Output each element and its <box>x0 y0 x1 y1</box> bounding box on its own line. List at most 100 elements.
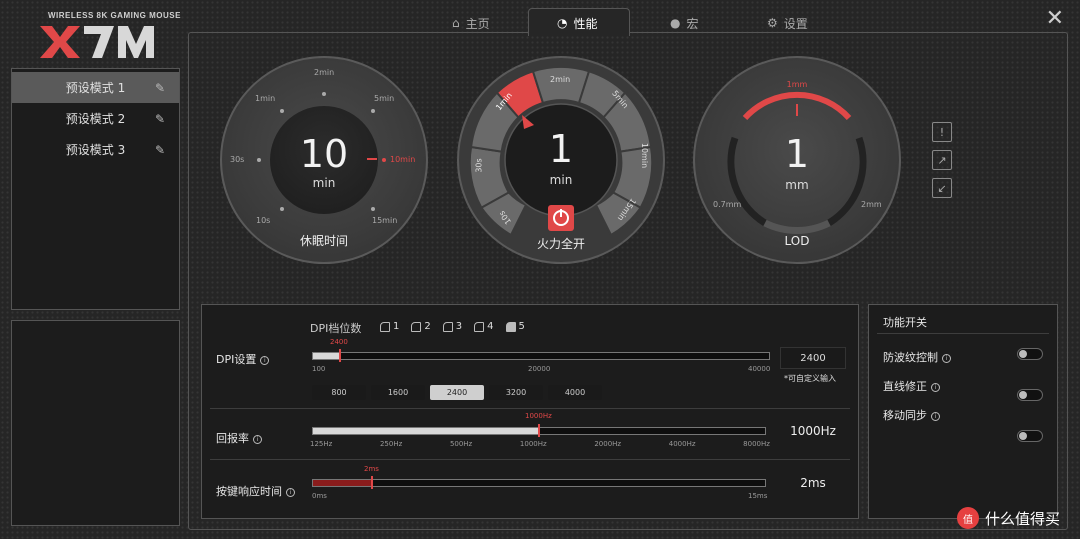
response-min: 0ms <box>312 492 327 500</box>
dpi-level-800[interactable]: 800 <box>312 385 366 400</box>
tab-settings-label: 设置 <box>783 16 808 31</box>
level-label: 4000 <box>564 388 586 397</box>
lod-dial[interactable]: 1mm 1 mm 0.7mm 2mm LOD <box>693 56 901 264</box>
dpi-level-3200[interactable]: 3200 <box>489 385 543 400</box>
dpi-input[interactable]: 2400 <box>780 347 846 369</box>
feature-row-1: 防波纹控制 i <box>883 349 951 365</box>
fire-mode-dial[interactable]: 1min 2min 5min 10min 15min 10s 30s 1 min… <box>456 55 666 265</box>
dpi-count-label: DPI档位数 <box>310 322 362 335</box>
slot-icon <box>474 321 485 332</box>
tick-dot <box>280 109 284 113</box>
tick-label: 500Hz <box>449 440 473 448</box>
polling-ticks: 125Hz 250Hz 500Hz 1000Hz 2000Hz 4000Hz 8… <box>310 440 770 448</box>
dpi-count-2[interactable]: 2 <box>411 321 431 332</box>
tab-home[interactable]: ⌂ 主页 <box>452 12 490 34</box>
info-icon[interactable]: i <box>942 353 951 363</box>
dpi-setting-text: DPI设置 <box>216 353 257 366</box>
response-label: 按键响应时间 i <box>216 483 295 499</box>
bulb-icon: ● <box>670 16 681 30</box>
dpi-max: 40000 <box>748 365 771 373</box>
info-icon[interactable]: i <box>931 382 940 392</box>
feature-panel: 功能开关 防波纹控制 i 直线修正 i 移动同步 i <box>868 304 1058 519</box>
level-label: 3200 <box>505 388 527 397</box>
info-icon[interactable]: i <box>931 411 940 421</box>
response-slider[interactable] <box>312 476 766 489</box>
edit-icon[interactable]: ✎ <box>155 81 165 95</box>
slider-handle[interactable] <box>370 476 373 489</box>
dpi-level-1600[interactable]: 1600 <box>371 385 425 400</box>
watermark-text: 什么值得买 <box>984 509 1060 528</box>
tick-label-selected: 10min <box>390 155 416 164</box>
slot-icon <box>505 321 516 332</box>
toggle-knob <box>1019 432 1027 440</box>
slider-handle[interactable] <box>538 424 540 437</box>
tab-settings[interactable]: ⚙ 设置 <box>767 12 808 34</box>
slot-icon <box>442 321 453 332</box>
edit-icon[interactable]: ✎ <box>155 143 165 157</box>
level-label: 800 <box>331 388 347 397</box>
logo-subtitle: WIRELESS 8K GAMING MOUSE <box>48 11 181 20</box>
watermark-badge: 值 <box>956 507 979 529</box>
home-icon: ⌂ <box>452 16 460 30</box>
info-icon[interactable]: ! <box>932 122 952 142</box>
preset-item-3[interactable]: 预设模式 3 ✎ <box>12 134 179 165</box>
toggle-knob <box>1019 391 1027 399</box>
info-icon[interactable]: i <box>260 355 270 365</box>
info-icon[interactable]: i <box>253 434 262 444</box>
dpi-level-2400[interactable]: 2400 <box>430 385 484 400</box>
dpi-count-3[interactable]: 3 <box>442 321 463 332</box>
dpi-level-4000[interactable]: 4000 <box>548 385 602 400</box>
gear-icon: ⚙ <box>767 16 778 30</box>
polling-slider[interactable] <box>312 424 766 437</box>
segment-label: 2min <box>550 75 571 84</box>
preset-label: 预设模式 3 <box>65 143 126 157</box>
close-button[interactable]: ✕ <box>1046 6 1064 31</box>
dpi-count-5[interactable]: 5 <box>505 321 525 332</box>
polling-value: 1000Hz <box>790 424 836 438</box>
tab-performance[interactable]: ◔ 性能 <box>557 12 598 34</box>
dpi-input-value: 2400 <box>800 352 826 364</box>
tick-label: 250Hz <box>379 440 403 448</box>
fire-value: 1 <box>548 127 574 171</box>
anti-ripple-toggle[interactable] <box>1017 348 1043 360</box>
dpi-count-1[interactable]: 1 <box>380 321 399 332</box>
dpi-count-selector: 1 2 3 4 5 <box>380 321 525 332</box>
tick-label: 5min <box>374 94 395 103</box>
export-icon[interactable]: ↗ <box>932 150 952 170</box>
angle-snap-toggle[interactable] <box>1017 389 1043 401</box>
tab-macro-label: 宏 <box>686 16 699 31</box>
polling-label: 回报率 i <box>216 430 262 446</box>
slider-fill <box>313 353 341 359</box>
dpi-slider[interactable] <box>312 349 770 362</box>
preset-item-2[interactable]: 预设模式 2 ✎ <box>12 103 179 134</box>
slider-handle[interactable] <box>339 349 342 362</box>
dpi-min: 100 <box>312 365 326 373</box>
edit-icon[interactable]: ✎ <box>155 112 165 126</box>
sleep-time-dial[interactable]: 10 min 休眠时间 2min 1min 5min 30s 10min 10s… <box>220 56 428 264</box>
sleep-value-wrap: 10 <box>222 132 426 176</box>
tick-label: 2min <box>314 68 335 77</box>
divider <box>210 459 850 460</box>
tick-label: 1min <box>255 94 276 103</box>
tick-dot <box>371 109 375 113</box>
info-icon[interactable]: i <box>286 487 295 497</box>
feature-row-2: 直线修正 i <box>883 378 940 394</box>
preset-label: 预设模式 1 <box>65 81 126 95</box>
feature-label: 防波纹控制 <box>883 351 938 364</box>
dpi-count-4[interactable]: 4 <box>474 321 494 332</box>
dpi-setting-label: DPI设置 i <box>216 351 270 367</box>
import-icon[interactable]: ↙ <box>932 178 952 198</box>
count-label: 3 <box>455 321 463 332</box>
polling-text: 回报率 <box>216 432 249 445</box>
watermark: 值 什么值得买 <box>956 507 1060 529</box>
preset-item-1[interactable]: 预设模式 1 ✎ <box>12 72 179 103</box>
sleep-label: 休眠时间 <box>299 234 348 248</box>
tick-label: 125Hz <box>310 440 333 448</box>
tick-dot <box>371 207 375 211</box>
tab-performance-label: 性能 <box>573 16 598 31</box>
tab-macro[interactable]: ● 宏 <box>670 12 699 34</box>
tick-dot <box>257 158 261 162</box>
fire-unit: min <box>549 173 573 187</box>
tick-label: 1000Hz <box>519 440 547 448</box>
motion-sync-toggle[interactable] <box>1017 430 1043 442</box>
